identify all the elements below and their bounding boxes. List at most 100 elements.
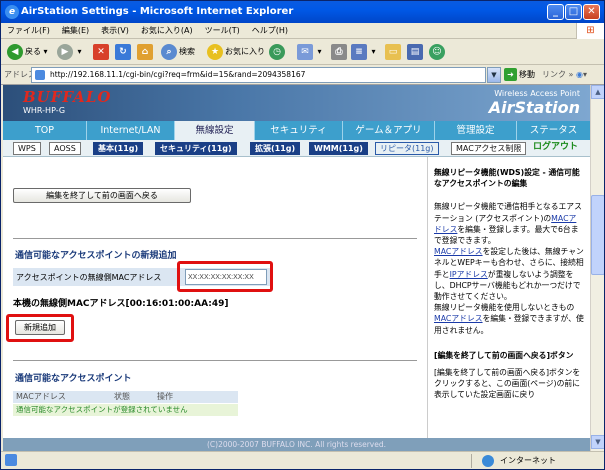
subtab-wps[interactable]: WPS <box>13 142 41 155</box>
subtab-wmm[interactable]: WMM(11g) <box>309 142 368 155</box>
tab-wireless[interactable]: 無線設定 <box>175 121 255 140</box>
product-name: AirStation <box>488 98 580 117</box>
divider <box>13 360 417 361</box>
col-status: 状態 <box>114 392 130 401</box>
address-bar: アドレス(D) http://192.168.11.1/cgi-bin/cgi?… <box>1 65 604 85</box>
help-paragraph: [編集を終了して前の画面へ戻る]ボタンをクリックすると、この画面(ページ)の前に… <box>434 368 581 400</box>
ap-list-title: 通信可能なアクセスポイント <box>15 374 132 384</box>
menu-file[interactable]: ファイル(F) <box>1 23 56 39</box>
windows-logo-icon: ⊞ <box>576 23 604 39</box>
history-button[interactable]: ◷ <box>269 42 287 62</box>
product-subtitle: Wireless Access Point <box>494 89 580 98</box>
history-icon: ◷ <box>269 43 285 60</box>
menu-edit[interactable]: 編集(E) <box>56 23 95 39</box>
mail-button[interactable]: ✉ ▾ <box>297 42 322 62</box>
home-icon: ⌂ <box>137 43 153 60</box>
browser-window: e AirStation Settings - Microsoft Intern… <box>0 0 605 470</box>
tab-status[interactable]: ステータス <box>517 121 590 140</box>
ap-table-empty-row: 通信可能なアクセスポイントが登録されていません <box>13 404 238 416</box>
go-button[interactable]: ➜ 移動 <box>504 68 535 82</box>
scroll-up-icon[interactable]: ▲ <box>591 85 604 99</box>
folder-icon: ▭ <box>385 43 401 60</box>
help-paragraph: 無線リピータ機能を使用しないときものMACアドレスを編集・登録できますが、使用さ… <box>434 303 584 335</box>
subtab-wireless-security[interactable]: セキュリティ(11g) <box>155 142 237 155</box>
back-to-previous-button[interactable]: 編集を終了して前の画面へ戻る <box>13 188 191 203</box>
refresh-button[interactable]: ↻ <box>115 42 133 62</box>
home-button[interactable]: ⌂ <box>137 42 155 62</box>
tab-internet-lan[interactable]: Internet/LAN <box>87 121 175 140</box>
help-button-title: [編集を終了して前の画面へ戻る]ボタン <box>434 350 574 360</box>
scroll-thumb[interactable] <box>591 195 604 275</box>
vertical-scrollbar[interactable]: ▲ ▼ <box>590 85 604 451</box>
links-button[interactable]: リンク » ◉▾ <box>542 68 587 82</box>
logout-link[interactable]: ログアウト <box>529 142 582 155</box>
messenger-icon: ☺ <box>429 43 445 60</box>
new-ap-section-title: 通信可能なアクセスポイントの新規追加 <box>15 251 177 261</box>
menu-view[interactable]: 表示(V) <box>95 23 135 39</box>
web-content: BUFFALO WHR-HP-G Wireless Access Point A… <box>3 85 590 451</box>
tab-game-apps[interactable]: ゲーム＆アプリ <box>343 121 435 140</box>
page-icon <box>35 70 45 80</box>
menu-help[interactable]: ヘルプ(H) <box>246 23 294 39</box>
col-mac-address: MACアドレス <box>16 392 66 401</box>
col-operation: 操作 <box>157 392 173 401</box>
highlight-box-mac <box>177 261 273 292</box>
edit-page-icon: ≡ <box>351 43 367 60</box>
close-button[interactable]: ✕ <box>583 4 600 20</box>
copyright-footer: (C)2000-2007 BUFFALO INC. All rights res… <box>3 438 590 451</box>
edit-button[interactable]: ≡ ▾ <box>351 42 376 62</box>
research-button[interactable]: ▤ <box>407 42 425 62</box>
address-dropdown[interactable]: ▼ <box>487 67 501 83</box>
highlight-box-add <box>6 314 74 342</box>
back-button[interactable]: ◀ 戻る ▾ <box>7 42 48 62</box>
mac-address-link[interactable]: MACアドレス <box>434 314 483 323</box>
tab-top[interactable]: TOP <box>3 121 87 140</box>
mac-address-link[interactable]: MACアドレス <box>434 247 483 256</box>
mail-icon: ✉ <box>297 43 313 60</box>
window-title: AirStation Settings - Microsoft Internet… <box>21 6 294 17</box>
scroll-down-icon[interactable]: ▼ <box>591 435 604 449</box>
own-mac-address: 本機の無線側MACアドレス[00:16:01:00:AA:49] <box>13 299 229 309</box>
maximize-button[interactable]: □ <box>565 4 582 20</box>
search-button[interactable]: ⌕ 検索 <box>161 42 195 62</box>
minimize-button[interactable]: _ <box>547 4 564 20</box>
ap-table-header: MACアドレス 状態 操作 <box>13 391 238 403</box>
tab-security[interactable]: セキュリティ <box>255 121 343 140</box>
page-status-icon <box>5 454 17 466</box>
subtab-advanced[interactable]: 拡張(11g) <box>250 142 301 155</box>
stop-button[interactable]: ✕ <box>93 42 111 62</box>
subtab-basic[interactable]: 基本(11g) <box>93 142 144 155</box>
help-paragraph: 無線リピータ機能で通信相手となるエアステーション (アクセスポイント)のMACア… <box>434 202 582 246</box>
subtab-aoss[interactable]: AOSS <box>49 142 81 155</box>
forward-arrow-icon: ▶ <box>57 43 73 60</box>
star-icon: ★ <box>207 43 223 60</box>
divider <box>13 238 417 239</box>
router-header: BUFFALO WHR-HP-G Wireless Access Point A… <box>3 85 590 121</box>
menu-bar: ファイル(F) 編集(E) 表示(V) お気に入り(A) ツール(T) ヘルプ(H) <box>1 23 604 39</box>
back-arrow-icon: ◀ <box>7 43 23 60</box>
print-button[interactable]: ⎙ <box>331 42 349 62</box>
messenger-button[interactable]: ☺ <box>429 42 447 62</box>
address-input[interactable]: http://192.168.11.1/cgi-bin/cgi?req=frm&… <box>31 67 486 83</box>
subtab-mac-access[interactable]: MACアクセス制限 <box>451 142 527 155</box>
sub-tabs: WPS AOSS 基本(11g) セキュリティ(11g) 拡張(11g) WMM… <box>3 140 590 157</box>
stop-icon: ✕ <box>93 43 109 60</box>
toolbar: ◀ 戻る ▾ ▶ ▾ ✕ ↻ ⌂ ⌕ 検索 ★ お気に入り ◷ ✉ ▾ ⎙ ≡ ▾ ▭… <box>1 39 604 65</box>
status-bar: インターネット <box>1 451 604 469</box>
tab-admin[interactable]: 管理設定 <box>435 121 517 140</box>
folder-button[interactable]: ▭ <box>385 42 403 62</box>
title-bar: e AirStation Settings - Microsoft Intern… <box>1 1 604 23</box>
research-icon: ▤ <box>407 43 423 60</box>
menu-favorites[interactable]: お気に入り(A) <box>135 23 199 39</box>
help-paragraph: MACアドレスを設定した後は、無線チャンネルとWEPキーも合わせ、さらに、接続相… <box>434 247 584 302</box>
favorites-button[interactable]: ★ お気に入り <box>207 42 265 62</box>
menu-tools[interactable]: ツール(T) <box>199 23 246 39</box>
help-panel: 無線リピータ機能(WDS)設定 - 通信可能なアクセスポイントの編集 無線リピー… <box>427 157 590 438</box>
ip-address-link[interactable]: IPアドレス <box>450 270 488 279</box>
refresh-icon: ↻ <box>115 43 131 60</box>
subtab-repeater[interactable]: リピータ(11g) <box>375 142 439 155</box>
model-name: WHR-HP-G <box>23 106 66 115</box>
forward-button[interactable]: ▶ ▾ <box>57 42 82 62</box>
buffalo-logo: BUFFALO <box>23 88 112 106</box>
security-zone: インターネット <box>471 454 601 468</box>
